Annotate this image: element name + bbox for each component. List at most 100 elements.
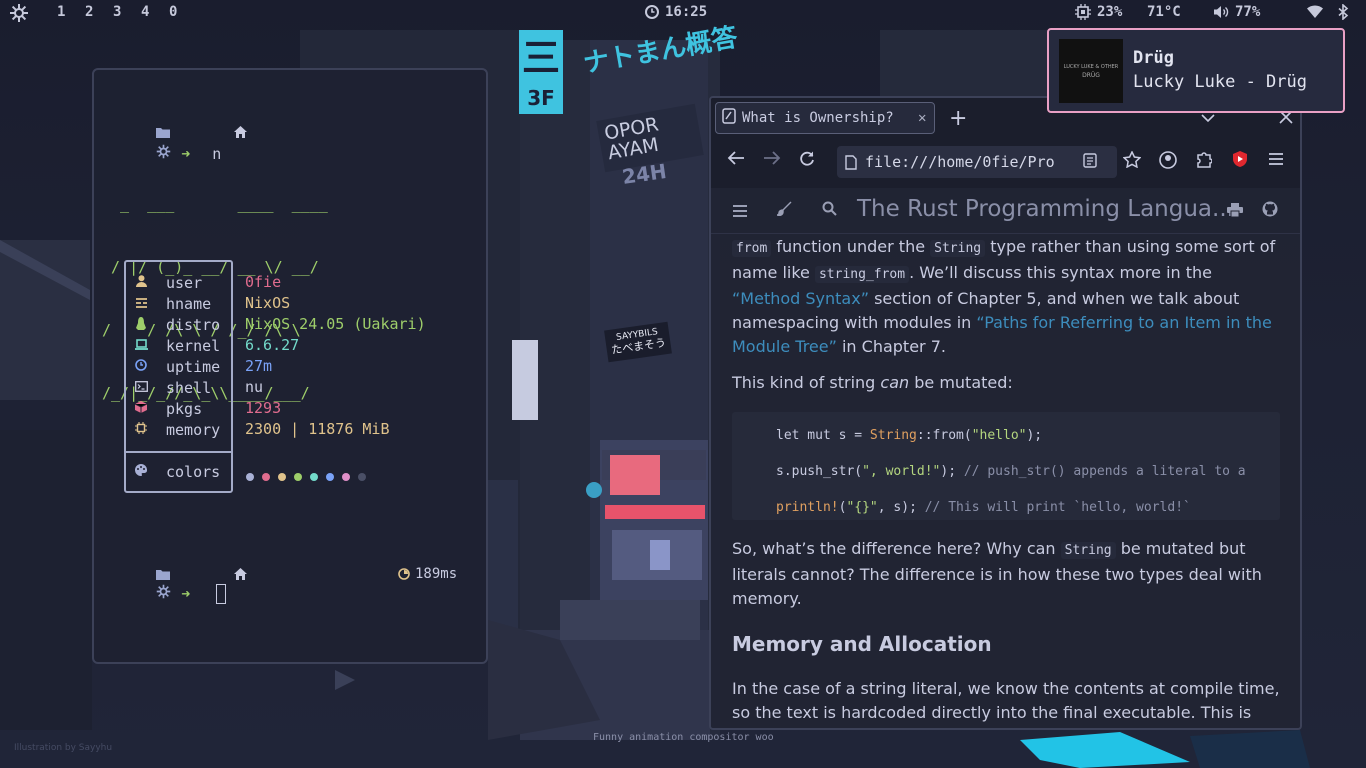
text-span: . We’ll discuss this syntax more in the <box>909 263 1212 282</box>
code-token: println! <box>776 500 839 515</box>
book-title: The Rust Programming Langua... <box>857 196 1234 222</box>
sidebar-toggle-icon[interactable] <box>733 202 747 221</box>
palette-dot <box>294 472 302 481</box>
code-token: String <box>869 428 917 443</box>
url-text[interactable]: file:///home/0fie/Pro <box>865 153 1075 171</box>
palette-dot <box>326 472 334 481</box>
reload-icon <box>800 151 814 166</box>
forward-button[interactable] <box>763 150 781 171</box>
tab-what-is-ownership[interactable]: What is Ownership? ✕ <box>715 102 935 134</box>
terminal-window[interactable]: ➜ n _ ___ ____ ____ / |/ (_)_ __/ __ \/ … <box>92 68 488 664</box>
info-row-colors: colors <box>134 461 220 482</box>
back-arrow-icon <box>727 151 744 165</box>
info-key: kernel <box>166 336 221 355</box>
volume-icon <box>1214 6 1229 18</box>
search-icon[interactable] <box>822 201 837 220</box>
github-icon[interactable] <box>1262 201 1278 221</box>
inline-code: String <box>1060 542 1116 559</box>
info-value-hname: NixOS <box>245 294 291 312</box>
fetch-info-separator <box>126 451 231 453</box>
palette-dot <box>262 472 270 481</box>
workspace-3[interactable]: 3 <box>113 4 121 20</box>
youtube-extension-icon[interactable] <box>1231 150 1249 173</box>
back-button[interactable] <box>727 150 745 171</box>
duration-text: 189ms <box>415 566 458 582</box>
code-line-3: println!("{}", s); // This will print `h… <box>776 496 1191 520</box>
bluetooth-icon[interactable] <box>1337 4 1349 20</box>
nixos-snowflake-icon[interactable] <box>9 3 29 23</box>
clock[interactable]: 16:25 <box>645 4 707 20</box>
bookmark-star-icon[interactable] <box>1122 150 1142 173</box>
extensions-icon[interactable] <box>1196 150 1213 173</box>
print-icon[interactable] <box>1227 202 1243 221</box>
info-row-memory: memory <box>134 419 220 440</box>
info-row-kernel: kernel <box>134 335 220 356</box>
info-row-pkgs: pkgs <box>134 398 202 419</box>
wallpaper-sign-kanji: 三 <box>519 30 563 86</box>
account-icon[interactable] <box>1159 151 1177 174</box>
info-value-shell: nu <box>245 378 264 396</box>
cpu-icon <box>1075 4 1091 20</box>
temperature[interactable]: 71°C <box>1147 4 1181 20</box>
code-block: let mut s = String::from("hello"); s.pus… <box>732 412 1280 520</box>
inline-code: string_from <box>814 266 910 283</box>
distro-icon <box>134 316 148 333</box>
inline-code: from <box>732 240 772 257</box>
code-token: , s); <box>877 500 925 515</box>
command-duration: 189ms <box>398 566 457 582</box>
hamburger-menu-icon[interactable] <box>1268 151 1284 171</box>
album-cover: LUCKY LUKE & OTHER DRÜG <box>1059 39 1123 103</box>
media-notification[interactable]: LUCKY LUKE & OTHER DRÜG Drüg Lucky Luke … <box>1047 28 1345 113</box>
section-heading[interactable]: Memory and Allocation <box>732 632 992 656</box>
workspace-1[interactable]: 1 <box>57 4 65 20</box>
code-token: ", world!" <box>862 464 941 479</box>
info-row-hname: hname <box>134 293 211 314</box>
code-token: "{}" <box>846 500 878 515</box>
link-method-syntax[interactable]: “Method Syntax” <box>732 289 869 308</box>
top-bar: 1 2 3 4 0 16:25 23% 71°C 77% <box>0 0 1366 26</box>
info-key: pkgs <box>166 399 203 418</box>
code-token: ::from( <box>916 428 972 443</box>
text-span: So, what’s the difference here? Why can <box>732 539 1061 558</box>
workspace-2[interactable]: 2 <box>85 4 93 20</box>
info-key: colors <box>166 462 221 481</box>
reload-button[interactable] <box>799 150 815 171</box>
browser-window[interactable]: What is Ownership? ✕ + file:///home/0fie… <box>709 96 1302 730</box>
palette-dot <box>342 472 350 481</box>
clock-icon <box>645 5 659 19</box>
wifi-icon[interactable] <box>1307 5 1323 19</box>
info-key: uptime <box>166 357 221 376</box>
prompt-line-2[interactable]: ➜ <box>102 566 227 621</box>
palette-dot <box>278 472 286 481</box>
code-token: let mut s = <box>776 428 870 443</box>
timer-icon <box>398 568 410 580</box>
paragraph-string-literal: In the case of a string literal, we know… <box>732 679 1280 728</box>
palette-dot <box>246 472 254 481</box>
new-tab-button[interactable]: + <box>949 106 967 131</box>
volume-indicator[interactable]: 77% <box>1213 4 1260 20</box>
url-bar[interactable]: file:///home/0fie/Pro <box>837 146 1117 178</box>
ascii-line: _ ___ ____ ____ <box>102 195 328 213</box>
info-value-uptime: 27m <box>245 357 273 375</box>
package-icon <box>134 401 148 416</box>
navigation-bar: file:///home/0fie/Pro <box>711 138 1300 188</box>
file-icon <box>845 154 857 170</box>
workspace-4[interactable]: 4 <box>141 4 149 20</box>
info-row-distro: distro <box>134 314 220 335</box>
reader-mode-icon[interactable] <box>1083 152 1097 172</box>
code-line-1: let mut s = String::from("hello"); <box>776 424 1042 448</box>
info-key: memory <box>166 420 221 439</box>
info-row-user: user <box>134 272 202 293</box>
workspace-0[interactable]: 0 <box>169 4 177 20</box>
terminal-cursor[interactable] <box>216 583 227 604</box>
cpu-indicator[interactable]: 23% <box>1075 4 1122 20</box>
album-cover-text: DRÜG <box>1082 71 1100 79</box>
notification-title: Drüg <box>1133 48 1174 68</box>
text-span: function under the <box>771 237 931 256</box>
emphasis-text: can <box>880 373 910 392</box>
code-comment: // This will print `hello, world!` <box>924 500 1191 515</box>
info-value-user: 0fie <box>245 273 282 291</box>
tab-close-icon[interactable]: ✕ <box>918 110 926 126</box>
uptime-clock-icon <box>134 359 148 374</box>
theme-brush-icon[interactable] <box>776 201 792 220</box>
